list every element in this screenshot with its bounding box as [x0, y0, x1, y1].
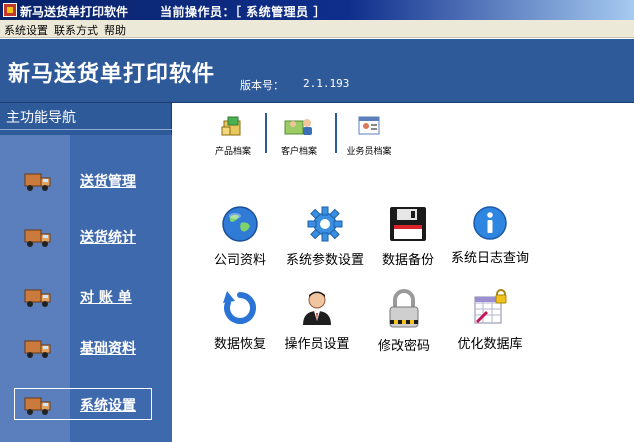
- salesperson-archive-button[interactable]: 业务员档案: [339, 115, 399, 157]
- product-archive-button[interactable]: 产品档案: [207, 115, 259, 157]
- version-value: 2.1.193: [303, 77, 350, 90]
- restore-arrow-icon: [223, 291, 256, 324]
- nav-item-delivery-statistics[interactable]: 送货统计: [0, 222, 172, 252]
- system-log-button[interactable]: 系统日志查询: [442, 205, 538, 266]
- menu-bar: 系统设置 联系方式 帮助: [0, 20, 634, 38]
- operator-settings-button[interactable]: 操作员设置: [269, 289, 365, 352]
- menu-help[interactable]: 帮助: [104, 22, 126, 38]
- window-title: 新马送货单打印软件: [20, 5, 129, 19]
- quick-divider: [335, 113, 337, 153]
- app-icon[interactable]: [3, 3, 17, 17]
- tool-label: 操作员设置: [284, 337, 350, 352]
- customer-archive-button[interactable]: 客户档案: [273, 115, 325, 157]
- title-bar: 新马送货单打印软件 当前操作员：［ 系统管理员 ］: [0, 0, 634, 20]
- database-optimize-icon: [474, 289, 507, 324]
- truck-icon: [24, 229, 51, 247]
- nav-item-label: 基础资料: [80, 341, 136, 357]
- quick-label: 业务员档案: [346, 147, 392, 157]
- nav-item-statement[interactable]: 对 账 单: [0, 282, 172, 312]
- truck-icon: [24, 397, 51, 415]
- nav-item-system-settings[interactable]: 系统设置: [0, 388, 172, 420]
- menu-system-settings[interactable]: 系统设置: [4, 22, 48, 38]
- tool-label: 公司资料: [213, 253, 266, 268]
- nav-item-label: 送货统计: [80, 230, 136, 246]
- floppy-disk-icon: [390, 207, 426, 241]
- tool-label: 系统日志查询: [450, 251, 529, 266]
- current-operator: 当前操作员：［ 系统管理员 ］: [160, 5, 326, 19]
- main-panel: 产品档案 客户档案 业务员档案 公司资料 系统参数设置 数据备份 系统日志查询 …: [173, 103, 634, 442]
- tool-label: 优化数据库: [457, 337, 523, 352]
- quick-divider: [265, 113, 267, 153]
- gear-icon: [307, 206, 343, 242]
- banner-title: 新马送货单打印软件: [8, 62, 216, 87]
- padlock-icon: [389, 289, 419, 328]
- product-archive-icon: [221, 116, 241, 136]
- truck-icon: [24, 289, 51, 307]
- nav-item-label: 对 账 单: [80, 290, 132, 306]
- salesperson-archive-icon: [358, 116, 380, 135]
- truck-icon: [24, 340, 51, 358]
- nav-item-basic-data[interactable]: 基础资料: [0, 333, 172, 363]
- quick-label: 客户档案: [280, 147, 317, 157]
- tool-label: 系统参数设置: [285, 253, 364, 268]
- menu-contact[interactable]: 联系方式: [54, 22, 98, 38]
- nav-header-title: 主功能导航: [6, 110, 76, 126]
- customer-archive-icon: [284, 119, 312, 135]
- version-label: 版本号：: [240, 79, 284, 92]
- info-icon: [473, 206, 507, 240]
- company-info-button[interactable]: 公司资料: [192, 205, 288, 268]
- system-params-button[interactable]: 系统参数设置: [277, 205, 373, 268]
- nav-item-label: 系统设置: [80, 398, 136, 414]
- main-navigation: 主功能导航 送货管理 送货统计 对 账 单 基础资料 系统设置: [0, 103, 172, 442]
- nav-item-label: 送货管理: [80, 174, 136, 190]
- truck-icon: [24, 173, 51, 191]
- nav-header: 主功能导航: [0, 103, 172, 130]
- operator-person-icon: [303, 291, 331, 325]
- nav-item-delivery-management[interactable]: 送货管理: [0, 166, 172, 196]
- change-password-button[interactable]: 修改密码: [356, 289, 452, 354]
- optimize-database-button[interactable]: 优化数据库: [442, 289, 538, 352]
- app-banner: 新马送货单打印软件 版本号： 2.1.193: [0, 39, 634, 103]
- globe-icon: [222, 206, 258, 242]
- quick-label: 产品档案: [214, 147, 251, 157]
- tool-label: 修改密码: [377, 339, 430, 354]
